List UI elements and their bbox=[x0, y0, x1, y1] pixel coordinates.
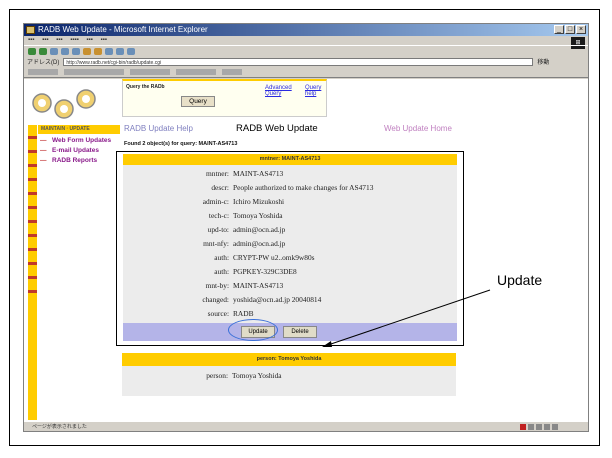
annotation-arrow bbox=[322, 289, 491, 347]
